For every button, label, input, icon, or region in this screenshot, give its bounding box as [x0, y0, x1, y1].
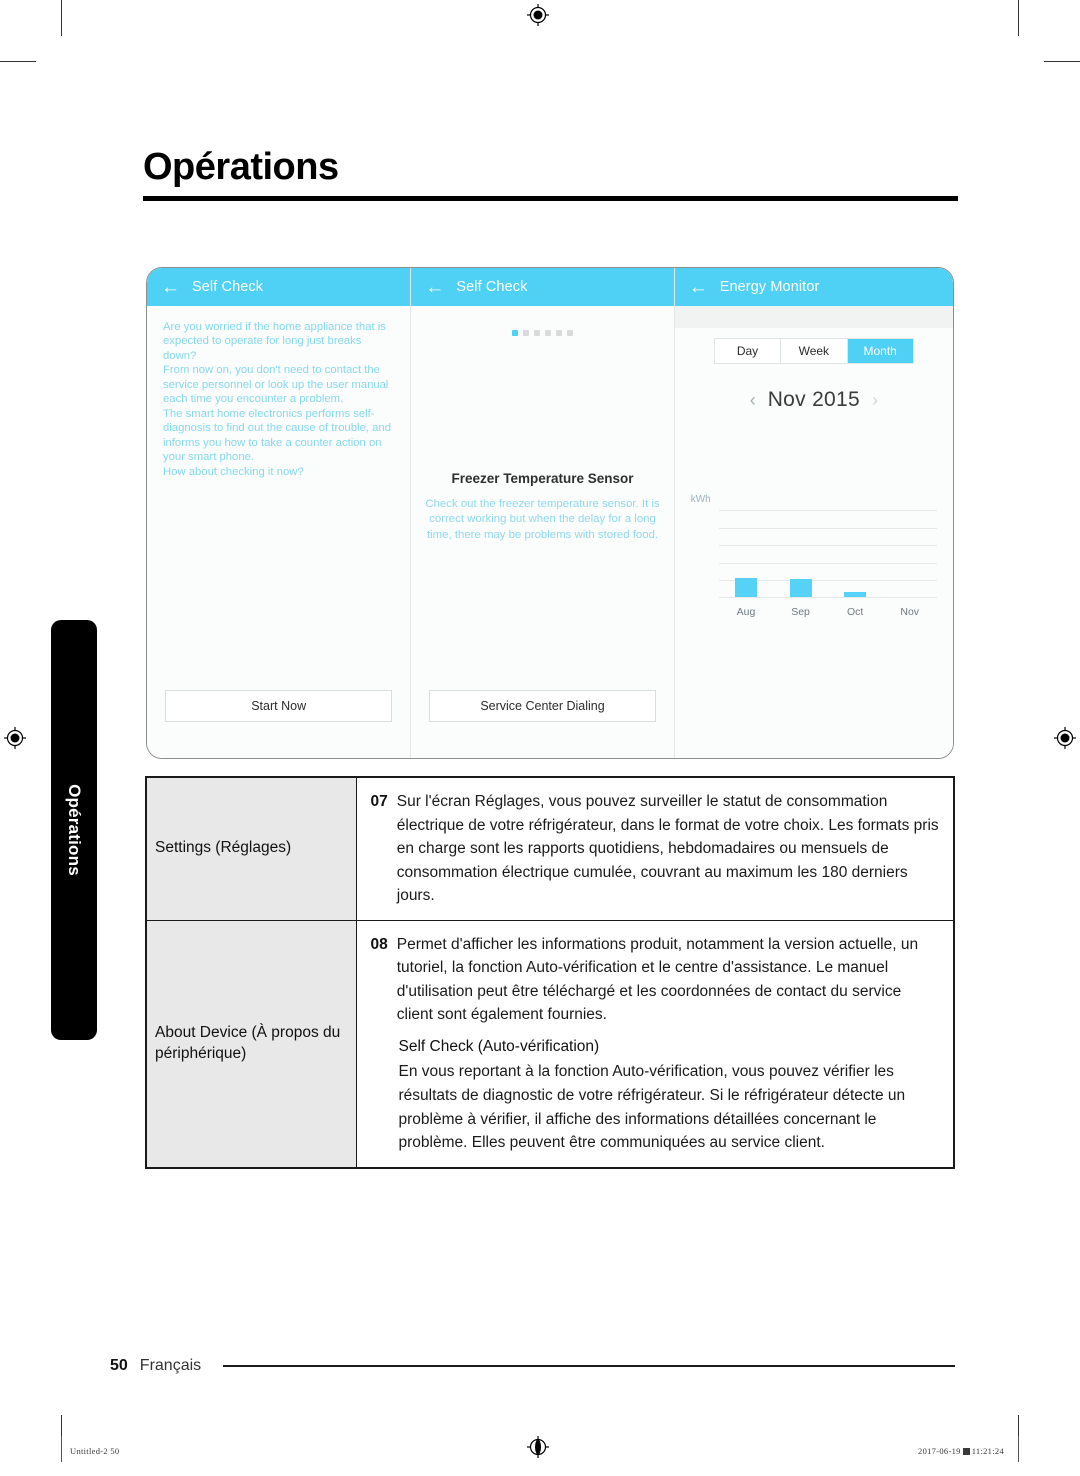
carousel-dot[interactable]	[523, 330, 530, 336]
crop-mark-top-left-vertical	[61, 0, 62, 36]
numbered-item: 07 Sur l'écran Réglages, vous pouvez sur…	[371, 790, 942, 908]
chart-bar-cell	[882, 509, 937, 597]
registration-mark-bottom	[527, 1436, 549, 1458]
crop-mark-top-right-horizontal	[1044, 61, 1080, 62]
appbar-title-self-check: Self Check	[192, 279, 264, 295]
table-cell-body-about-device: 08 Permet d'afficher les informations pr…	[355, 919, 955, 1169]
chapter-side-tab-label: Opérations	[65, 784, 84, 876]
chart-bars	[719, 509, 937, 597]
carousel-dots[interactable]	[427, 330, 657, 336]
period-navigator: ‹ Nov 2015 ›	[691, 388, 937, 412]
chart-plot-area	[718, 509, 937, 598]
tab-week[interactable]: Week	[781, 339, 848, 363]
crop-mark-top-right-vertical	[1018, 0, 1019, 36]
page-language: Français	[139, 1357, 202, 1374]
energy-bar-chart: kWh Aug Sep Oct Nov	[691, 494, 937, 618]
page-title: Opérations	[143, 146, 958, 201]
chart-baseline	[718, 597, 937, 598]
chart-bar-cell	[773, 509, 828, 597]
appbar-self-check-intro: ← Self Check	[147, 268, 411, 306]
print-time: 11:21:24	[971, 1446, 1004, 1456]
self-check-intro-paragraph: Are you worried if the home appliance th…	[163, 321, 391, 478]
item-text: Sur l'écran Réglages, vous pouvez survei…	[396, 793, 939, 905]
screen-energy-monitor: ← Energy Monitor Day Week Month ‹ Nov 20…	[673, 268, 953, 758]
chart-x-tick-labels: Aug Sep Oct Nov	[719, 606, 937, 618]
tab-day[interactable]: Day	[714, 339, 782, 363]
chevron-left-icon[interactable]: ‹	[750, 391, 756, 409]
self-check-intro-footer: Start Now	[147, 690, 410, 758]
print-date: 2017-06-19	[918, 1446, 961, 1456]
chart-x-tick: Sep	[791, 606, 810, 618]
carousel-dot[interactable]	[556, 330, 563, 336]
sensor-title: Freezer Temperature Sensor	[451, 471, 634, 486]
glyph-box-icon	[962, 1448, 970, 1455]
print-strip-left-rule	[61, 1436, 62, 1462]
print-file-name: Untitled-2 50	[70, 1446, 120, 1456]
self-check-result-footer: Service Center Dialing	[411, 690, 673, 758]
print-strip-right-rule	[1018, 1436, 1019, 1462]
page-footer-rule	[223, 1365, 955, 1367]
item-number: 07	[370, 793, 388, 810]
sub-body-self-check: En vous reportant à la fonction Auto-vér…	[398, 1063, 906, 1152]
carousel-dot[interactable]	[567, 330, 574, 336]
energy-monitor-body: Day Week Month ‹ Nov 2015 › kWh Aug Sep …	[674, 328, 953, 758]
registration-mark-top	[527, 4, 549, 26]
crop-mark-top-left-horizontal	[0, 61, 36, 62]
carousel-dot[interactable]	[512, 330, 519, 336]
page-title-rule	[143, 195, 958, 201]
table-cell-body-settings: 07 Sur l'écran Réglages, vous pouvez sur…	[355, 776, 955, 921]
chart-y-axis-label: kWh	[690, 494, 711, 505]
start-now-button[interactable]: Start Now	[165, 690, 393, 722]
self-check-result-body: Freezer Temperature Sensor Check out the…	[411, 306, 673, 690]
back-arrow-icon[interactable]: ←	[689, 278, 708, 297]
screen-self-check-intro: ← Self Check Are you worried if the home…	[147, 268, 411, 758]
chart-bar-cell	[828, 509, 883, 597]
sub-heading-self-check: Self Check (Auto-vérification)	[398, 1037, 600, 1055]
carousel-dot[interactable]	[545, 330, 552, 336]
item-number: 08	[370, 935, 388, 953]
appbar-title-energy-monitor: Energy Monitor	[719, 279, 820, 295]
tab-month[interactable]: Month	[847, 339, 913, 363]
sensor-description: Check out the freezer temperature sensor…	[425, 498, 660, 541]
registration-mark-right	[1054, 727, 1076, 749]
service-center-dialing-button[interactable]: Service Center Dialing	[429, 690, 656, 722]
chart-x-tick: Oct	[846, 606, 864, 618]
period-segmented-control[interactable]: Day Week Month	[713, 338, 914, 364]
table-cell-label-settings: Settings (Réglages)	[145, 776, 357, 921]
page-number: 50	[110, 1357, 128, 1374]
carousel-dot[interactable]	[534, 330, 541, 336]
item-text: Permet d'afficher les informations produ…	[396, 935, 919, 1024]
print-info-strip: Untitled-2 50 2017-06-19 11:21:24	[0, 1436, 1080, 1470]
page-title-text: Opérations	[143, 146, 339, 188]
back-arrow-icon[interactable]: ←	[161, 278, 180, 297]
chart-bar-cell	[719, 509, 774, 597]
feature-description-table: Settings (Réglages) 07 Sur l'écran Régla…	[145, 776, 955, 1169]
period-label: Nov 2015	[767, 388, 860, 411]
appbar-title-self-check-result: Self Check	[456, 279, 528, 295]
chart-x-tick: Nov	[900, 606, 920, 618]
appbar-self-check-result: ← Self Check	[411, 268, 674, 306]
table-cell-label-about-device: About Device (À propos du périphérique)	[145, 919, 357, 1169]
screen-self-check-result: ← Self Check Freezer Temperature Sensor …	[410, 268, 674, 758]
page-footer: 50 Français	[110, 1357, 955, 1375]
appbar-energy-monitor: ← Energy Monitor	[674, 268, 953, 306]
sensor-diagnosis-block: Freezer Temperature Sensor Check out the…	[411, 471, 673, 543]
print-timestamp: 2017-06-19 11:21:24	[918, 1446, 1004, 1456]
back-arrow-icon[interactable]: ←	[425, 278, 444, 297]
chapter-side-tab: Opérations	[51, 620, 97, 1040]
self-check-intro-body: Are you worried if the home appliance th…	[147, 306, 410, 690]
registration-mark-left	[4, 727, 26, 749]
energy-monitor-subheader	[674, 306, 953, 328]
chevron-right-icon[interactable]: ›	[872, 391, 878, 409]
table-row: Settings (Réglages) 07 Sur l'écran Régla…	[145, 776, 955, 921]
table-row: About Device (À propos du périphérique) …	[145, 919, 955, 1169]
chart-bar	[789, 578, 812, 597]
numbered-item: 08 Permet d'afficher les informations pr…	[371, 933, 942, 1027]
chart-bar	[734, 577, 757, 597]
chart-x-tick: Aug	[736, 606, 756, 618]
app-screenshots-frame: ← Self Check Are you worried if the home…	[146, 267, 954, 759]
chart-bar	[844, 591, 867, 597]
